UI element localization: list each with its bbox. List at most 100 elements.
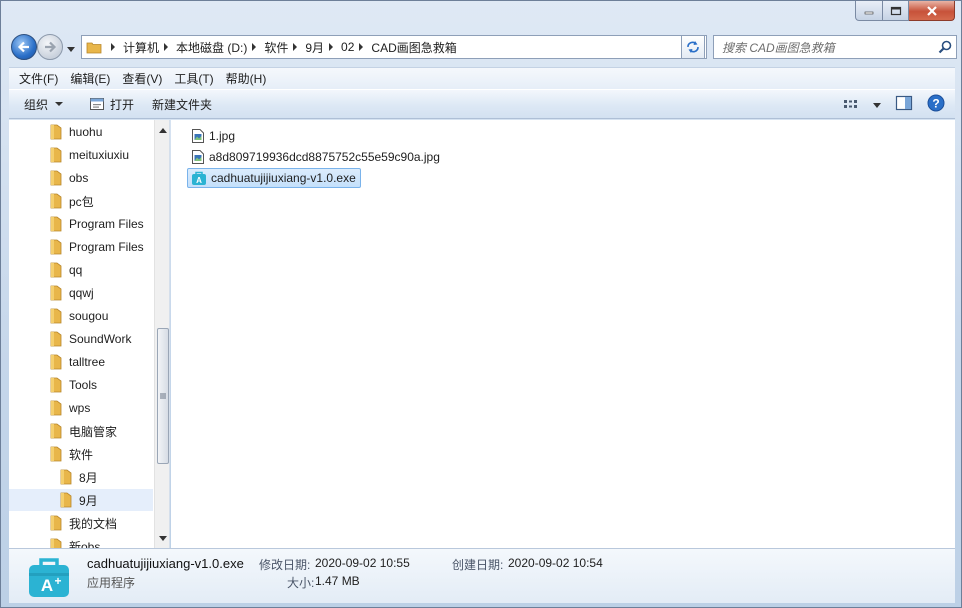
forward-button[interactable] [37,34,63,60]
folder-icon [50,354,62,370]
tree-label: 软件 [69,447,94,462]
tree-label: Program Files [69,240,144,254]
details-modified-label: 修改日期: [259,558,311,572]
breadcrumb-software[interactable]: 软件 [264,39,288,56]
breadcrumb-02[interactable]: 02 [341,40,354,54]
open-button[interactable]: 打开 [80,91,143,117]
folder-icon [50,124,62,140]
tree-item-wps[interactable]: wps [9,397,153,419]
scrollbar-thumb[interactable] [157,328,169,464]
folder-icon [50,423,62,439]
details-size-value: 1.47 MB [315,574,360,588]
tree-label: meituxiuxiu [69,148,130,162]
chevron-down-icon [873,102,881,108]
folder-open-icon [60,492,72,508]
folder-icon [50,193,62,209]
breadcrumb-computer[interactable]: 计算机 [123,39,159,56]
arrow-left-icon [17,41,29,53]
file-item[interactable]: a8d809719936dcd8875752c55e59c90a.jpg [187,147,445,167]
menu-edit[interactable]: 编辑(E) [64,70,116,87]
search-input[interactable]: 搜索 CAD画图急救箱 [713,35,957,59]
back-button[interactable] [11,34,37,60]
breadcrumb-separator-icon [329,43,334,51]
tree-item-software[interactable]: 软件 [9,443,153,465]
help-button[interactable]: ? [927,94,945,115]
chevron-down-icon [55,102,64,106]
folder-icon [60,469,72,485]
menu-tools[interactable]: 工具(T) [168,70,219,87]
svg-text:+: + [54,574,61,588]
file-list[interactable]: 1.jpg a8d809719936dcd8875752c55e59c90a.j… [171,120,955,548]
refresh-icon [687,41,699,53]
details-modified-value: 2020-09-02 10:55 [315,556,410,570]
view-list-icon [844,99,857,108]
menu-bar: 文件(F) 编辑(E) 查看(V) 工具(T) 帮助(H) [9,67,955,89]
breadcrumb-september[interactable]: 9月 [305,39,324,56]
folder-icon [50,308,62,324]
tree-item-tools[interactable]: Tools [9,374,153,396]
change-view-button[interactable] [843,98,859,112]
svg-text:?: ? [932,97,939,111]
tree-label: 新obs [69,539,101,549]
tree-item-qq[interactable]: qq [9,259,153,281]
file-item[interactable]: 1.jpg [187,126,240,146]
tree-label: talltree [69,355,106,369]
breadcrumb-separator-icon [164,43,169,51]
menu-help[interactable]: 帮助(H) [220,70,273,87]
tree-item-program-files[interactable]: Program Files [9,213,153,235]
breadcrumb-current-folder[interactable]: CAD画图急救箱 [371,39,456,56]
details-file-name: cadhuatujijiuxiang-v1.0.exe [87,556,244,571]
tree-item-september[interactable]: 9月 [9,489,153,511]
file-item-selected[interactable]: A cadhuatujijiuxiang-v1.0.exe [187,168,361,188]
address-bar[interactable]: 计算机 本地磁盘 (D:) 软件 9月 02 CAD画图急救箱 [81,35,707,59]
folder-icon [50,515,62,531]
tree-item-qqwj[interactable]: qqwj [9,282,153,304]
tree-item-sougou[interactable]: sougou [9,305,153,327]
tree-item-august[interactable]: 8月 [9,466,153,488]
folder-icon [50,262,62,278]
explorer-window: 计算机 本地磁盘 (D:) 软件 9月 02 CAD画图急救箱 搜索 CAD画图… [0,0,962,608]
tree-item-new-obs[interactable]: 新obs [9,535,153,548]
minimize-button[interactable] [855,1,883,21]
caption-buttons [855,1,955,21]
details-file-type: 应用程序 [87,576,136,590]
maximize-button[interactable] [883,1,909,21]
scroll-up-button[interactable] [155,122,169,138]
organize-button[interactable]: 组织 [15,91,72,117]
details-created-label: 创建日期: [452,558,504,572]
image-file-icon [192,129,204,143]
new-folder-button[interactable]: 新建文件夹 [143,91,221,117]
tree-label: wps [69,401,91,415]
tree-label: 我的文档 [69,516,118,531]
tree-label: pc包 [69,194,94,209]
close-button[interactable] [909,1,955,21]
refresh-button[interactable] [681,35,705,59]
breadcrumb-separator-icon [252,43,257,51]
folder-icon [50,377,62,393]
open-app-icon [90,98,105,110]
tree-item-pc-package[interactable]: pc包 [9,190,153,212]
preview-pane-button[interactable] [895,95,913,114]
view-options-dropdown[interactable] [873,98,881,112]
tree-item-program-files-2[interactable]: Program Files [9,236,153,258]
navigation-pane-scrollbar[interactable] [154,120,169,548]
menu-file[interactable]: 文件(F) [13,70,64,87]
tree-item-pc-manager[interactable]: 电脑管家 [9,420,153,442]
tree-label: 8月 [79,470,98,485]
tree-item-obs[interactable]: obs [9,167,153,189]
recent-pages-dropdown[interactable] [67,42,75,56]
tree-label: huohu [69,125,103,139]
menu-view[interactable]: 查看(V) [116,70,168,87]
open-label: 打开 [110,97,135,112]
tree-item-my-documents[interactable]: 我的文档 [9,512,153,534]
tree-item-huohu[interactable]: huohu [9,121,153,143]
folder-icon [50,331,62,347]
image-file-icon [192,150,204,164]
search-icon[interactable] [938,40,952,54]
tree-label: Tools [69,378,98,392]
tree-item-meituxiuxiu[interactable]: meituxiuxiu [9,144,153,166]
scroll-down-button[interactable] [155,530,169,546]
tree-item-soundwork[interactable]: SoundWork [9,328,153,350]
tree-item-talltree[interactable]: talltree [9,351,153,373]
breadcrumb-drive-d[interactable]: 本地磁盘 (D:) [176,39,247,56]
